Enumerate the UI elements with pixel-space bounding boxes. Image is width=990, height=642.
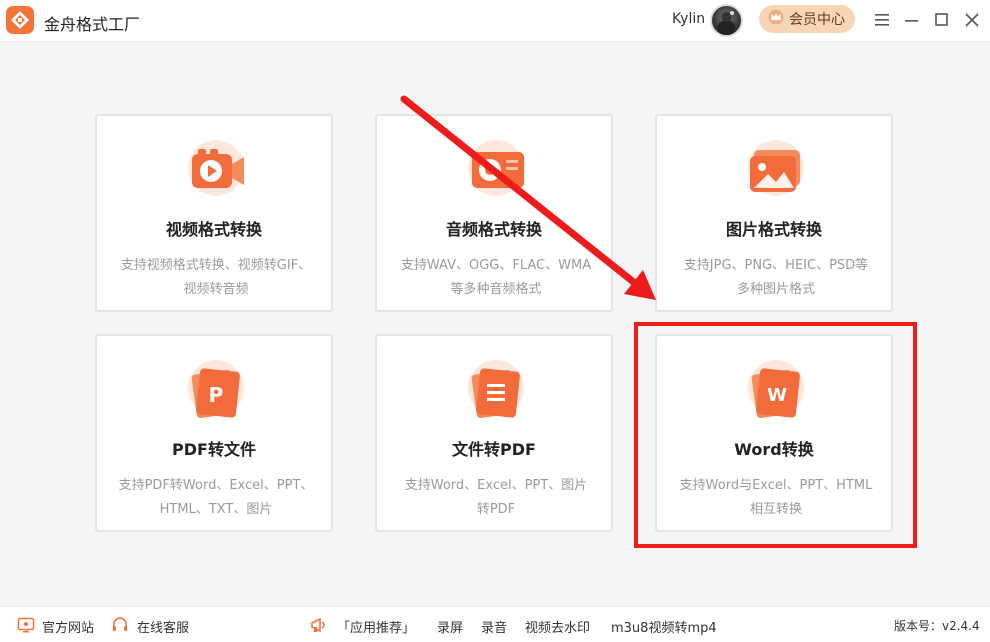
card-desc-line: 支持Word、Excel、PPT、图片: [404, 478, 588, 493]
headset-icon[interactable]: [111, 616, 129, 634]
card-desc-line: 等多种音频格式: [450, 282, 542, 297]
card-pdf-to-file[interactable]: P PDF转文件 支持PDF转Word、Excel、PPT、 HTML、TXT、…: [95, 334, 333, 532]
card-title: 文件转PDF: [452, 440, 536, 459]
audio-icon: [460, 138, 532, 202]
image-icon: [740, 138, 812, 202]
card-description: 支持JPG、PNG、HEIC、PSD等 多种图片格式: [667, 254, 885, 302]
m3u8-to-mp4-link[interactable]: m3u8视频转mp4: [611, 617, 717, 636]
official-website-link[interactable]: 官方网站: [42, 617, 94, 636]
bottom-bar: 官方网站 在线客服 「应用推荐」 录屏 录音 视频去水印 m3u8视频转mp4 …: [0, 606, 990, 642]
close-icon[interactable]: [960, 8, 984, 32]
avatar[interactable]: [710, 4, 743, 37]
vip-center-label: 会员中心: [789, 12, 845, 28]
card-audio-convert[interactable]: 音频格式转换 支持WAV、OGG、FLAC、WMA 等多种音频格式: [375, 114, 613, 312]
pdf-p-icon: P: [180, 358, 252, 422]
website-icon[interactable]: [17, 616, 35, 634]
card-description: 支持视频格式转换、视频转GIF、 视频转音频: [107, 254, 325, 302]
version-label: 版本号：v2.4.4: [894, 619, 980, 633]
menu-icon[interactable]: [870, 8, 894, 32]
megaphone-icon: [310, 616, 328, 634]
card-title: 视频格式转换: [165, 220, 262, 239]
card-desc-line: 支持JPG、PNG、HEIC、PSD等: [683, 258, 869, 273]
card-title: 图片格式转换: [725, 220, 822, 239]
audio-record-link[interactable]: 录音: [481, 617, 507, 636]
card-title: 音频格式转换: [445, 220, 542, 239]
card-desc-line: 支持PDF转Word、Excel、PPT、: [118, 478, 314, 493]
username[interactable]: Kylin: [672, 11, 705, 27]
card-desc-line: HTML、TXT、图片: [159, 502, 273, 517]
title-bar: 金舟格式工厂 Kylin 会员中心: [0, 0, 990, 42]
card-desc-line: 支持WAV、OGG、FLAC、WMA: [400, 258, 592, 273]
highlight-box: [634, 322, 917, 548]
online-support-link[interactable]: 在线客服: [137, 617, 189, 636]
card-description: 支持Word、Excel、PPT、图片 转PDF: [387, 474, 605, 522]
card-image-convert[interactable]: 图片格式转换 支持JPG、PNG、HEIC、PSD等 多种图片格式: [655, 114, 893, 312]
app-logo-icon: [6, 6, 34, 34]
svg-text:P: P: [209, 383, 224, 407]
card-desc-line: 视频转音频: [183, 282, 249, 297]
card-desc-line: 支持视频格式转换、视频转GIF、: [120, 258, 312, 273]
watermark-remove-link[interactable]: 视频去水印: [525, 617, 590, 636]
app-recommend-label: 「应用推荐」: [337, 621, 416, 636]
app-title: 金舟格式工厂: [44, 15, 141, 34]
card-file-to-pdf[interactable]: 文件转PDF 支持Word、Excel、PPT、图片 转PDF: [375, 334, 613, 532]
card-desc-line: 转PDF: [476, 502, 516, 517]
card-description: 支持WAV、OGG、FLAC、WMA 等多种音频格式: [387, 254, 605, 302]
screen-record-link[interactable]: 录屏: [437, 617, 463, 636]
maximize-icon[interactable]: [930, 8, 954, 32]
card-title: PDF转文件: [172, 440, 256, 459]
vip-crown-icon: [767, 9, 785, 29]
card-video-convert[interactable]: 视频格式转换 支持视频格式转换、视频转GIF、 视频转音频: [95, 114, 333, 312]
card-description: 支持PDF转Word、Excel、PPT、 HTML、TXT、图片: [107, 474, 325, 522]
vip-center-button[interactable]: 会员中心: [759, 5, 855, 33]
card-desc-line: 多种图片格式: [736, 282, 815, 297]
video-camera-icon: [180, 138, 252, 202]
minimize-icon[interactable]: [900, 8, 924, 32]
document-icon: [460, 358, 532, 422]
